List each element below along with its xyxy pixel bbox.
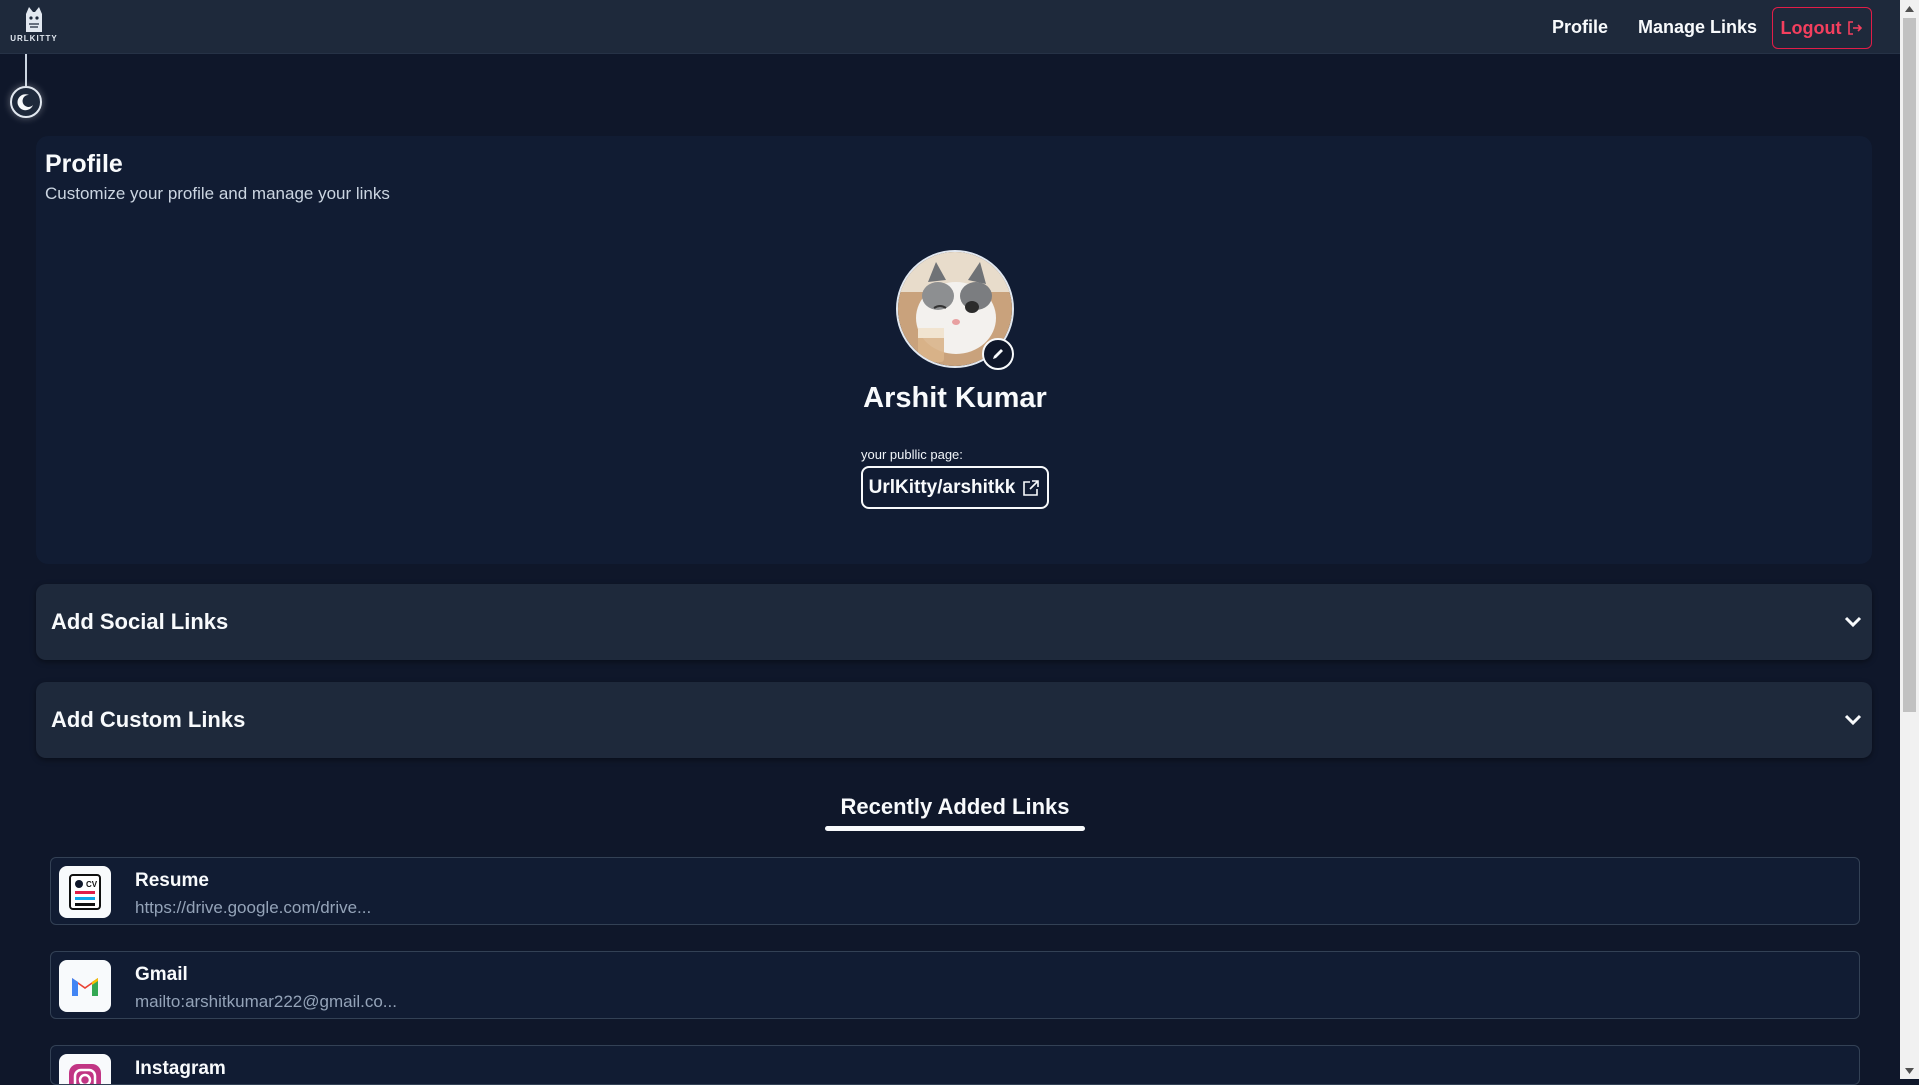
chevron-down-icon (1844, 616, 1862, 628)
logo-text: URLKITTY (10, 34, 58, 43)
recent-links-heading: Recently Added Links (840, 794, 1070, 819)
add-social-links-accordion[interactable]: Add Social Links (36, 584, 1872, 660)
add-custom-links-accordion[interactable]: Add Custom Links (36, 682, 1872, 758)
page-subtitle: Customize your profile and manage your l… (45, 184, 390, 203)
resume-cv-icon: CV (59, 866, 111, 918)
public-page-label: your publlic page: (861, 447, 963, 462)
public-page-link-text: UrlKitty/arshitkk (868, 476, 1016, 498)
scrollbar-thumb[interactable] (1903, 18, 1916, 712)
nav-manage-links-link[interactable]: Manage Links (1638, 17, 1757, 38)
urlkitty-logo[interactable]: URLKITTY (8, 4, 60, 46)
heading-underline (825, 826, 1085, 831)
moon-icon (17, 94, 33, 111)
list-item[interactable]: Gmail mailto:arshitkumar222@gmail.co... (50, 951, 1860, 1019)
gmail-icon (59, 960, 111, 1012)
svg-text:CV: CV (86, 880, 98, 889)
nav-profile-link[interactable]: Profile (1552, 17, 1608, 38)
chevron-down-icon (1844, 714, 1862, 726)
logout-icon (1848, 21, 1863, 35)
link-url: https://drive.google.com/drive... (135, 898, 372, 917)
instagram-icon (59, 1054, 111, 1084)
page-title: Profile (45, 150, 123, 178)
page-scrollbar[interactable] (1900, 0, 1919, 1079)
top-navbar: URLKITTY Profile Manage Links Logout (0, 0, 1900, 54)
list-item[interactable]: CV Resume https://drive.google.com/drive… (50, 857, 1860, 925)
theme-toggle-string (25, 54, 27, 86)
edit-avatar-button[interactable] (982, 338, 1014, 370)
scroll-up-icon[interactable] (1900, 0, 1919, 17)
logout-label: Logout (1780, 17, 1842, 38)
cat-logo-icon (26, 7, 42, 32)
external-link-icon (1023, 479, 1040, 496)
list-item[interactable]: Instagram (50, 1045, 1860, 1085)
link-title: Resume (135, 870, 209, 891)
scroll-down-icon[interactable] (1900, 1062, 1919, 1079)
link-url: mailto:arshitkumar222@gmail.co... (135, 992, 397, 1011)
theme-toggle-button[interactable] (10, 86, 42, 118)
pencil-icon (993, 349, 1003, 359)
logout-button[interactable]: Logout (1772, 7, 1872, 49)
accordion-title: Add Custom Links (51, 707, 246, 732)
profile-name: Arshit Kumar (863, 382, 1047, 414)
link-title: Gmail (135, 964, 188, 985)
link-title: Instagram (135, 1058, 226, 1079)
public-page-link[interactable]: UrlKitty/arshitkk (861, 466, 1049, 509)
accordion-title: Add Social Links (51, 609, 229, 634)
